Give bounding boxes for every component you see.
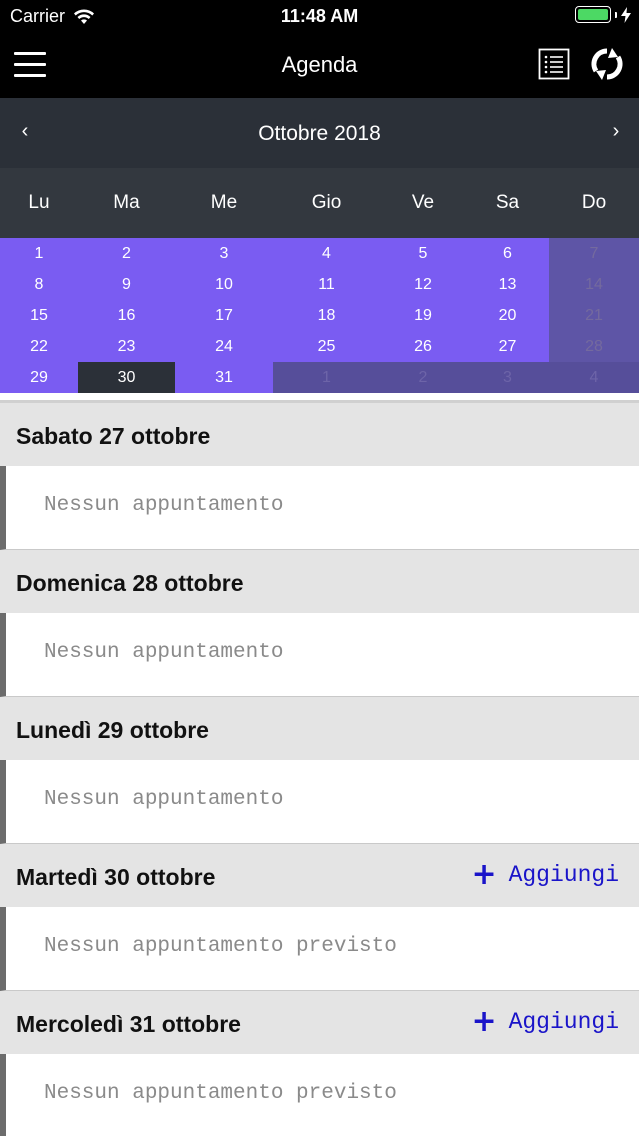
add-appointment-label: Aggiungi — [508, 862, 619, 888]
calendar-day[interactable]: 22 — [0, 331, 78, 362]
weekday-label: Gio — [311, 192, 342, 213]
calendar-day[interactable]: 5 — [380, 238, 466, 269]
calendar-day[interactable]: 13 — [466, 269, 549, 300]
calendar-day[interactable]: 3 — [466, 362, 549, 393]
day-section-title: Lunedì 29 ottobre — [16, 717, 209, 743]
day-section-header: Lunedì 29 ottobre — [0, 697, 639, 760]
add-appointment-button[interactable]: + Aggiungi — [471, 857, 619, 892]
empty-appointments-text: Nessun appuntamento — [44, 641, 284, 664]
calendar-day[interactable]: 20 — [466, 300, 549, 331]
weekday-label: Sa — [495, 192, 520, 213]
weekday-label: Me — [210, 192, 238, 213]
calendar-day[interactable]: 23 — [78, 331, 175, 362]
empty-appointments-text: Nessun appuntamento previsto — [44, 1082, 397, 1105]
day-section-body: Nessun appuntamento previsto — [0, 907, 639, 991]
agenda-list: Sabato 27 ottobre Nessun appuntamento Dome… — [0, 400, 639, 1136]
calendar-day[interactable]: 15 — [0, 300, 78, 331]
empty-appointments-text: Nessun appuntamento — [44, 494, 284, 517]
day-section-body: Nessun appuntamento — [0, 613, 639, 697]
calendar-day[interactable]: 4 — [549, 362, 639, 393]
empty-appointments-text: Nessun appuntamento previsto — [44, 935, 397, 958]
calendar-day[interactable]: 24 — [175, 331, 273, 362]
calendar-day[interactable]: 16 — [78, 300, 175, 331]
weekday-label: Do — [581, 192, 607, 213]
next-month-button[interactable]: › — [601, 120, 631, 143]
status-time: 11:48 AM — [280, 6, 359, 26]
calendar-day[interactable]: 29 — [0, 362, 78, 393]
calendar-day[interactable]: 18 — [273, 300, 380, 331]
calendar-day[interactable]: 25 — [273, 331, 380, 362]
list-view-icon[interactable] — [538, 48, 570, 80]
calendar-day[interactable]: 6 — [466, 238, 549, 269]
calendar-month-label: Ottobre 2018 — [258, 122, 381, 145]
calendar-day[interactable]: 4 — [273, 238, 380, 269]
battery-icon — [575, 6, 611, 23]
calendar-header: ‹ Ottobre 2018 › — [0, 98, 639, 168]
weekday-label: Lu — [28, 192, 50, 213]
calendar-day[interactable]: 26 — [380, 331, 466, 362]
calendar-day[interactable]: 7 — [549, 238, 639, 269]
calendar-day[interactable]: 19 — [380, 300, 466, 331]
day-section-body: Nessun appuntamento — [0, 466, 639, 550]
day-section-header: Domenica 28 ottobre — [0, 550, 639, 613]
weekday-label: Ve — [411, 192, 435, 213]
empty-appointments-text: Nessun appuntamento — [44, 788, 284, 811]
plus-icon: + — [471, 1004, 497, 1039]
weekday-label: Ma — [113, 192, 140, 213]
add-appointment-label: Aggiungi — [508, 1009, 619, 1035]
calendar-day[interactable]: 10 — [175, 269, 273, 300]
calendar-weekday-row: Lu Ma Me Gio Ve Sa Do — [0, 168, 639, 238]
calendar-day[interactable]: 12 — [380, 269, 466, 300]
calendar-day[interactable]: 2 — [380, 362, 466, 393]
day-section-body: Nessun appuntamento — [0, 760, 639, 844]
day-section-header: Martedì 30 ottobre + Aggiungi — [0, 844, 639, 907]
calendar-day-today[interactable]: 30 — [78, 362, 175, 393]
day-section-header: Sabato 27 ottobre — [0, 403, 639, 466]
plus-icon: + — [471, 857, 497, 892]
calendar-day[interactable]: 2 — [78, 238, 175, 269]
calendar-day[interactable]: 11 — [273, 269, 380, 300]
charging-bolt-icon — [621, 6, 631, 23]
calendar-day[interactable]: 9 — [78, 269, 175, 300]
calendar-day[interactable]: 17 — [175, 300, 273, 331]
calendar-day[interactable]: 21 — [549, 300, 639, 331]
status-bar: Carrier 11:48 AM — [0, 0, 639, 32]
day-section-title: Martedì 30 ottobre — [16, 864, 216, 890]
calendar-day[interactable]: 1 — [0, 238, 78, 269]
calendar-day[interactable]: 28 — [549, 331, 639, 362]
calendar-divider — [0, 393, 639, 400]
day-section-body: Nessun appuntamento previsto — [0, 1054, 639, 1136]
calendar-day[interactable]: 31 — [175, 362, 273, 393]
calendar-day[interactable]: 1 — [273, 362, 380, 393]
day-section-header: Mercoledì 31 ottobre + Aggiungi — [0, 991, 639, 1054]
refresh-icon[interactable] — [590, 47, 624, 81]
calendar-grid: 1 2 3 4 5 6 7 8 9 10 11 12 13 14 15 16 17 18 19 20 21 22 23 24 2… — [0, 238, 639, 393]
add-appointment-button[interactable]: + Aggiungi — [471, 1004, 619, 1039]
nav-bar: Agenda — [0, 32, 639, 98]
day-section-title: Domenica 28 ottobre — [16, 570, 244, 596]
status-battery-group — [575, 6, 631, 23]
day-section-title: Sabato 27 ottobre — [16, 423, 211, 449]
calendar-day[interactable]: 3 — [175, 238, 273, 269]
calendar-day[interactable]: 27 — [466, 331, 549, 362]
calendar-day[interactable]: 14 — [549, 269, 639, 300]
calendar-day[interactable]: 8 — [0, 269, 78, 300]
day-section-title: Mercoledì 31 ottobre — [16, 1011, 241, 1037]
battery-tip — [615, 11, 617, 18]
